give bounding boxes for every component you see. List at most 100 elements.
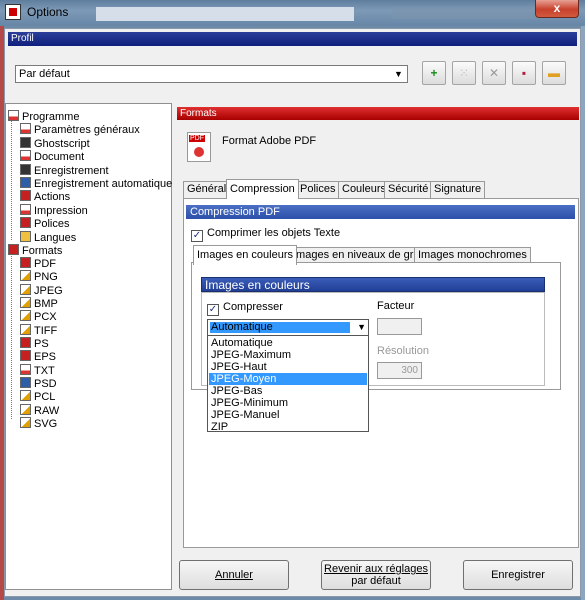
close-button[interactable]: x (535, 0, 579, 18)
raw-file-icon (20, 404, 31, 415)
dropdown-option-highlighted[interactable]: JPEG-Moyen (209, 373, 367, 385)
tree-item-enregistrement-auto[interactable]: Enregistrement automatique (20, 177, 172, 190)
add-profile-icon: + (430, 66, 438, 80)
save-profile-icon: ▪ (521, 66, 527, 80)
tree-item-label: EPS (34, 351, 57, 363)
tree-item-label: Document (34, 151, 85, 163)
checkmark-icon: ✓ (191, 230, 203, 242)
tree-item-parametres-generaux[interactable]: Paramètres généraux (20, 123, 140, 136)
compress-text-checkbox[interactable]: ✓ Comprimer les objets Texte (191, 227, 340, 242)
chevron-down-icon: ▼ (394, 69, 403, 79)
tree-item-label: PSD (34, 378, 57, 390)
tree-item-ghostscript[interactable]: Ghostscript (20, 137, 90, 150)
tree-node-formats[interactable]: Formats (8, 244, 62, 257)
tree-item-actions[interactable]: Actions (20, 190, 70, 203)
delete-profile-icon: ✕ (488, 66, 500, 80)
tree-item-jpeg[interactable]: JPEG (20, 284, 63, 297)
checkmark-icon: ✓ (207, 304, 219, 316)
tab-couleurs[interactable]: Couleurs (338, 181, 391, 198)
tree-item-pdf[interactable]: PDF (20, 257, 56, 270)
tree-node-programme[interactable]: Programme (8, 110, 79, 123)
tree-item-polices[interactable]: Polices (20, 217, 69, 230)
tab-compression[interactable]: Compression (226, 179, 299, 199)
actions-icon (20, 190, 31, 201)
tree-item-label: Enregistrement (34, 165, 109, 177)
tree-item-tiff[interactable]: TIFF (20, 324, 57, 337)
tree-connector (11, 118, 12, 240)
font-icon (20, 217, 31, 228)
tree-item-pcl[interactable]: PCL (20, 390, 55, 403)
tree-item-label: TIFF (34, 325, 58, 337)
compression-method-select[interactable]: Automatique ▼ (207, 319, 369, 336)
ghost-icon (20, 137, 31, 148)
profile-select[interactable]: Par défaut ▼ (15, 65, 408, 83)
settings-doc-icon (20, 123, 31, 134)
tree-item-png[interactable]: PNG (20, 270, 58, 283)
tree-item-label: Actions (34, 191, 71, 203)
tree-item-eps[interactable]: EPS (20, 350, 56, 363)
dropdown-option[interactable]: JPEG-Minimum (209, 397, 367, 409)
tree-item-psd[interactable]: PSD (20, 377, 57, 390)
pdf-icon-graphic (194, 147, 204, 157)
tree-item-label: PS (34, 338, 49, 350)
dropdown-option[interactable]: JPEG-Haut (209, 361, 367, 373)
svg-file-icon (20, 417, 31, 428)
resolution-field[interactable]: 300 (377, 362, 422, 379)
compress-images-checkbox[interactable]: ✓ Compresser (207, 301, 283, 316)
pdf-icon-label: PDF (189, 135, 205, 142)
pdf-file-icon (20, 257, 31, 268)
tab-polices[interactable]: Polices (296, 181, 340, 198)
reset-button-label-1: Revenir aux réglages (324, 563, 428, 575)
tree-item-label: Enregistrement automatique (34, 178, 173, 190)
compression-method-value: Automatique (211, 321, 273, 333)
settings-tree: Programme Paramètres généraux Ghostscrip… (5, 103, 172, 590)
tree-item-pcx[interactable]: PCX (20, 310, 57, 323)
tree-item-label: Impression (34, 205, 88, 217)
desktop-edge-right (581, 26, 585, 600)
tree-item-langues[interactable]: Langues (20, 231, 76, 244)
copy-profile-button[interactable]: ⁙ (452, 61, 476, 85)
dropdown-option[interactable]: JPEG-Bas (209, 385, 367, 397)
printer-icon (20, 204, 31, 215)
tab-general[interactable]: Général (183, 181, 231, 198)
tree-item-enregistrement[interactable]: Enregistrement (20, 164, 109, 177)
title-bar[interactable]: Options x (0, 0, 585, 26)
add-profile-button[interactable]: + (422, 61, 446, 85)
tab-signature[interactable]: Signature (430, 181, 486, 198)
dropdown-option[interactable]: Automatique (209, 337, 367, 349)
tree-item-raw[interactable]: RAW (20, 404, 59, 417)
tab-images-couleurs[interactable]: Images en couleurs (193, 245, 297, 265)
dropdown-option[interactable]: JPEG-Manuel (209, 409, 367, 421)
tree-item-document[interactable]: Document (20, 150, 84, 163)
tree-item-impression[interactable]: Impression (20, 204, 88, 217)
save-profile-button[interactable]: ▪ (512, 61, 536, 85)
save-button[interactable]: Enregistrer (463, 560, 573, 590)
dropdown-option[interactable]: ZIP (209, 421, 367, 433)
reset-defaults-button[interactable]: Revenir aux réglages par défaut (321, 560, 431, 590)
tab-securite[interactable]: Sécurité (384, 181, 433, 198)
cancel-button-label: Annuler (215, 569, 253, 581)
tree-item-label: TXT (34, 365, 55, 377)
document-icon (20, 150, 31, 161)
pcx-file-icon (20, 310, 31, 321)
factor-field[interactable] (377, 318, 422, 335)
tree-item-ps[interactable]: PS (20, 337, 49, 350)
jpeg-file-icon (20, 284, 31, 295)
cancel-button[interactable]: Annuler (179, 560, 289, 590)
tree-item-svg[interactable]: SVG (20, 417, 57, 430)
delete-profile-button[interactable]: ✕ (482, 61, 506, 85)
compression-header: Compression PDF (186, 205, 575, 219)
background-window-blur-2 (392, 7, 542, 19)
tree-item-label: Ghostscript (34, 138, 90, 150)
dropdown-option[interactable]: JPEG-Maximum (209, 349, 367, 361)
tree-item-label: PCL (34, 391, 56, 403)
factor-label: Facteur (377, 300, 415, 312)
tree-item-label: Polices (34, 218, 70, 230)
open-profile-button[interactable]: ▬ (542, 61, 566, 85)
tree-item-txt[interactable]: TXT (20, 364, 55, 377)
tree-item-bmp[interactable]: BMP (20, 297, 58, 310)
psd-file-icon (20, 377, 31, 388)
options-dialog: Profil Par défaut ▼ + ⁙ ✕ ▪ ▬ Programme … (4, 28, 581, 597)
tree-item-label: Paramètres généraux (34, 124, 140, 136)
compression-method-dropdown: Automatique JPEG-Maximum JPEG-Haut JPEG-… (207, 335, 369, 433)
